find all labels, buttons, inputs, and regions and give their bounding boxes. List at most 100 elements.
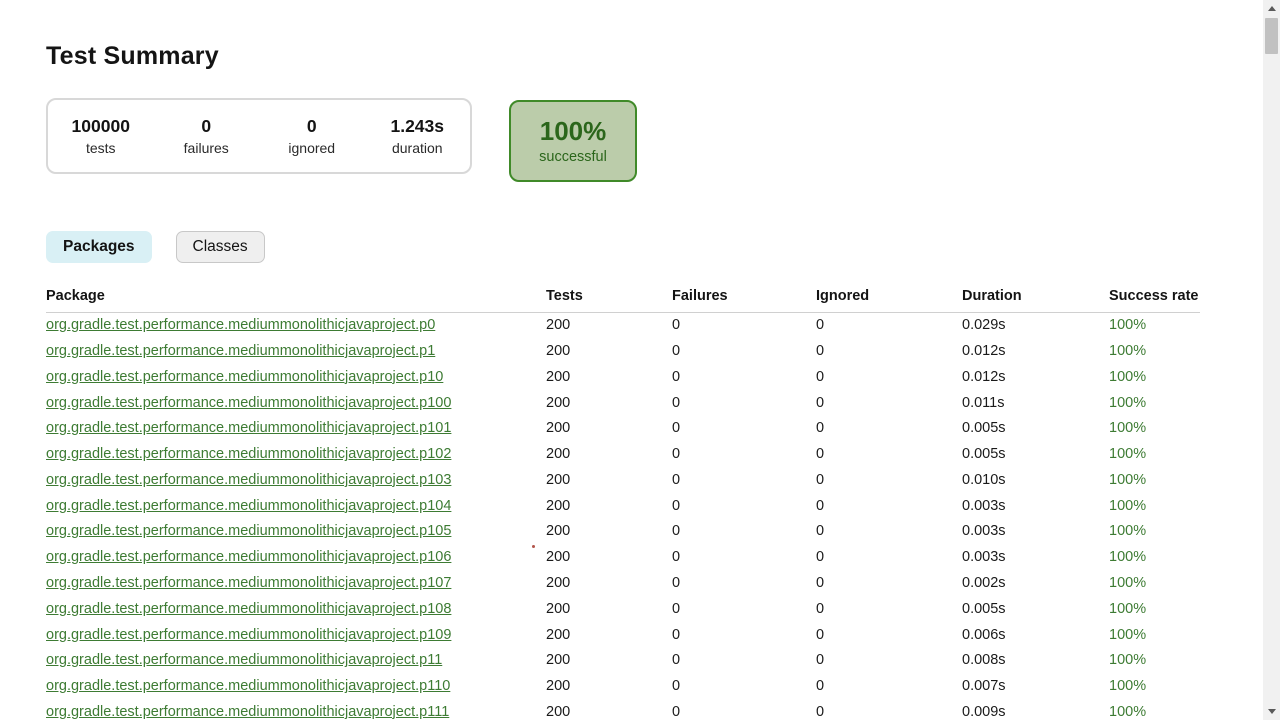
failures-cell: 0 <box>672 674 816 700</box>
package-link[interactable]: org.gradle.test.performance.mediummonoli… <box>46 523 451 539</box>
package-cell: org.gradle.test.performance.mediummonoli… <box>46 519 546 545</box>
table-row: org.gradle.test.performance.mediummonoli… <box>46 339 1200 365</box>
table-row: org.gradle.test.performance.mediummonoli… <box>46 571 1200 597</box>
ignored-cell: 0 <box>816 700 962 720</box>
success-rate-cell: 100% <box>1109 674 1200 700</box>
package-link[interactable]: org.gradle.test.performance.mediummonoli… <box>46 627 451 643</box>
scroll-up-button[interactable] <box>1263 0 1280 17</box>
package-link[interactable]: org.gradle.test.performance.mediummonoli… <box>46 420 451 436</box>
package-link[interactable]: org.gradle.test.performance.mediummonoli… <box>46 395 451 411</box>
scroll-up-arrow-icon <box>1268 6 1276 11</box>
scroll-down-button[interactable] <box>1263 703 1280 720</box>
packages-table-header: Package Tests Failures Ignored Duration … <box>46 288 1200 313</box>
duration-cell: 0.012s <box>962 339 1109 365</box>
scrollbar[interactable] <box>1263 0 1280 720</box>
package-link[interactable]: org.gradle.test.performance.mediummonoli… <box>46 472 451 488</box>
success-rate-badge: 100% successful <box>509 100 637 182</box>
stat-ignored-label: ignored <box>259 138 365 159</box>
success-rate-label: successful <box>539 149 607 165</box>
failures-cell: 0 <box>672 700 816 720</box>
tests-cell: 200 <box>546 700 672 720</box>
package-cell: org.gradle.test.performance.mediummonoli… <box>46 648 546 674</box>
package-cell: org.gradle.test.performance.mediummonoli… <box>46 468 546 494</box>
package-link[interactable]: org.gradle.test.performance.mediummonoli… <box>46 317 435 333</box>
tests-cell: 200 <box>546 545 672 571</box>
stat-ignored: 0 ignored <box>259 113 365 160</box>
ignored-cell: 0 <box>816 493 962 519</box>
ignored-cell: 0 <box>816 416 962 442</box>
package-link[interactable]: org.gradle.test.performance.mediummonoli… <box>46 343 435 359</box>
success-rate-cell: 100% <box>1109 648 1200 674</box>
duration-cell: 0.007s <box>962 674 1109 700</box>
package-cell: org.gradle.test.performance.mediummonoli… <box>46 622 546 648</box>
column-header-package: Package <box>46 288 546 313</box>
tests-cell: 200 <box>546 339 672 365</box>
tests-cell: 200 <box>546 468 672 494</box>
package-cell: org.gradle.test.performance.mediummonoli… <box>46 313 546 339</box>
column-header-failures: Failures <box>672 288 816 313</box>
failures-cell: 0 <box>672 416 816 442</box>
package-link[interactable]: org.gradle.test.performance.mediummonoli… <box>46 446 451 462</box>
tab-packages[interactable]: Packages <box>46 231 152 263</box>
failures-cell: 0 <box>672 468 816 494</box>
stat-failures: 0 failures <box>154 113 260 160</box>
ignored-cell: 0 <box>816 339 962 365</box>
tests-cell: 200 <box>546 493 672 519</box>
column-header-tests: Tests <box>546 288 672 313</box>
ignored-cell: 0 <box>816 442 962 468</box>
table-row: org.gradle.test.performance.mediummonoli… <box>46 519 1200 545</box>
duration-cell: 0.003s <box>962 519 1109 545</box>
package-cell: org.gradle.test.performance.mediummonoli… <box>46 416 546 442</box>
duration-cell: 0.011s <box>962 390 1109 416</box>
package-link[interactable]: org.gradle.test.performance.mediummonoli… <box>46 704 449 720</box>
success-rate-cell: 100% <box>1109 468 1200 494</box>
duration-cell: 0.010s <box>962 468 1109 494</box>
scrollbar-thumb[interactable] <box>1265 18 1278 54</box>
stat-duration-label: duration <box>365 138 471 159</box>
ignored-cell: 0 <box>816 648 962 674</box>
stat-ignored-value: 0 <box>259 115 365 139</box>
table-row: org.gradle.test.performance.mediummonoli… <box>46 493 1200 519</box>
tests-cell: 200 <box>546 416 672 442</box>
stat-failures-label: failures <box>154 138 260 159</box>
tests-cell: 200 <box>546 648 672 674</box>
package-link[interactable]: org.gradle.test.performance.mediummonoli… <box>46 369 443 385</box>
stat-failures-value: 0 <box>154 115 260 139</box>
stat-tests-label: tests <box>48 138 154 159</box>
ignored-cell: 0 <box>816 365 962 391</box>
table-row: org.gradle.test.performance.mediummonoli… <box>46 597 1200 623</box>
tab-classes[interactable]: Classes <box>176 231 265 263</box>
failures-cell: 0 <box>672 519 816 545</box>
package-link[interactable]: org.gradle.test.performance.mediummonoli… <box>46 678 450 694</box>
ignored-cell: 0 <box>816 313 962 339</box>
table-row: org.gradle.test.performance.mediummonoli… <box>46 313 1200 339</box>
package-cell: org.gradle.test.performance.mediummonoli… <box>46 674 546 700</box>
ignored-cell: 0 <box>816 468 962 494</box>
tests-cell: 200 <box>546 571 672 597</box>
tests-cell: 200 <box>546 622 672 648</box>
success-rate-cell: 100% <box>1109 416 1200 442</box>
package-cell: org.gradle.test.performance.mediummonoli… <box>46 597 546 623</box>
duration-cell: 0.003s <box>962 545 1109 571</box>
summary-section: 100000 tests 0 failures 0 ignored 1.243s… <box>46 98 1235 182</box>
package-link[interactable]: org.gradle.test.performance.mediummonoli… <box>46 575 451 591</box>
failures-cell: 0 <box>672 571 816 597</box>
duration-cell: 0.008s <box>962 648 1109 674</box>
duration-cell: 0.005s <box>962 416 1109 442</box>
failures-cell: 0 <box>672 339 816 365</box>
package-cell: org.gradle.test.performance.mediummonoli… <box>46 493 546 519</box>
tests-cell: 200 <box>546 597 672 623</box>
success-rate-cell: 100% <box>1109 313 1200 339</box>
failures-cell: 0 <box>672 442 816 468</box>
table-row: org.gradle.test.performance.mediummonoli… <box>46 390 1200 416</box>
package-link[interactable]: org.gradle.test.performance.mediummonoli… <box>46 601 451 617</box>
tests-cell: 200 <box>546 365 672 391</box>
package-link[interactable]: org.gradle.test.performance.mediummonoli… <box>46 498 451 514</box>
success-rate-cell: 100% <box>1109 442 1200 468</box>
failures-cell: 0 <box>672 622 816 648</box>
success-rate-cell: 100% <box>1109 493 1200 519</box>
failures-cell: 0 <box>672 648 816 674</box>
package-link[interactable]: org.gradle.test.performance.mediummonoli… <box>46 652 442 668</box>
package-link[interactable]: org.gradle.test.performance.mediummonoli… <box>46 549 451 565</box>
success-rate-cell: 100% <box>1109 390 1200 416</box>
